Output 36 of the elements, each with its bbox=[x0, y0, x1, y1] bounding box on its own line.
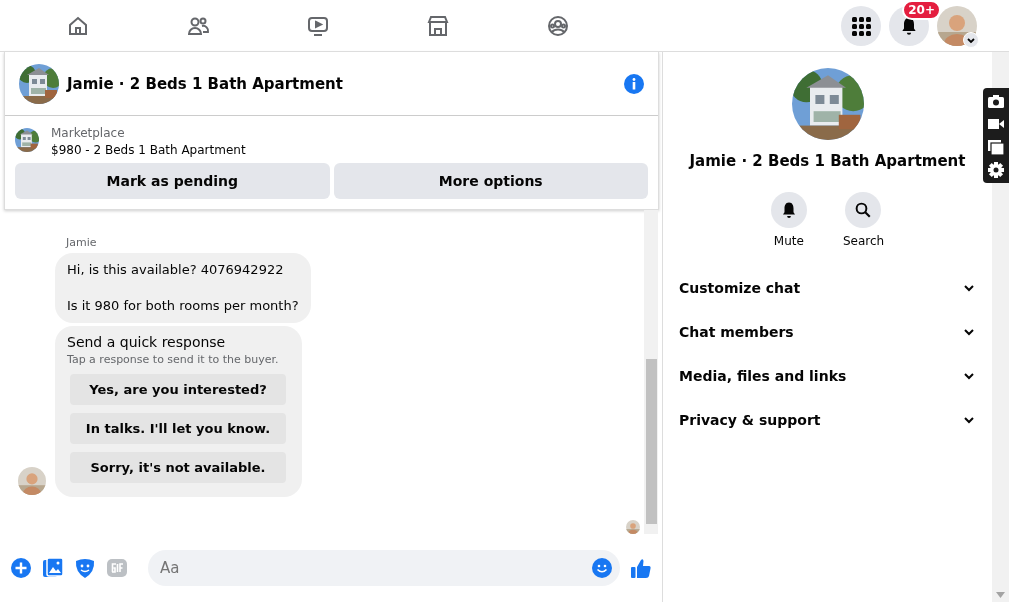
listing-action-button[interactable]: Mark as pending bbox=[15, 163, 330, 199]
menu-button[interactable] bbox=[841, 5, 881, 46]
account-avatar[interactable] bbox=[937, 5, 977, 46]
settings-section[interactable]: Customize chat bbox=[671, 266, 984, 310]
settings-section[interactable]: Privacy & support bbox=[671, 398, 984, 442]
group-icon bbox=[546, 13, 570, 38]
quick-response-hint: Tap a response to send it to the buyer. bbox=[67, 353, 280, 366]
quick-response-title: Send a quick response bbox=[67, 334, 227, 350]
listing-action-button[interactable]: More options bbox=[333, 163, 648, 199]
plus-icon[interactable] bbox=[10, 557, 32, 579]
conversation-name: Jamie · 2 Beds 1 Bath Apartment bbox=[689, 152, 966, 170]
photo-icon[interactable] bbox=[42, 557, 64, 579]
store-icon bbox=[426, 13, 450, 38]
message-bubble: Hi, is this available? 4076942922 Is it 980 for both rooms per month? bbox=[55, 253, 311, 323]
message-input[interactable]: Aa bbox=[148, 550, 620, 586]
settings-icon[interactable] bbox=[987, 161, 1005, 179]
sticker-icon[interactable] bbox=[74, 557, 96, 579]
quick-response-option[interactable]: In talks. I'll let you know. bbox=[70, 413, 286, 444]
listing-summary: $980 - 2 Beds 1 Bath Apartment bbox=[51, 143, 246, 157]
search-icon bbox=[854, 201, 873, 219]
quick-response-option[interactable]: Sorry, it's not available. bbox=[70, 452, 286, 483]
thumbs-up-icon[interactable] bbox=[630, 557, 652, 579]
emoji-icon[interactable] bbox=[591, 557, 613, 579]
windows-icon[interactable] bbox=[987, 138, 1005, 156]
scroll-down-icon[interactable] bbox=[996, 592, 1005, 598]
sender-name: Jamie bbox=[66, 236, 98, 249]
quick-response-option[interactable]: Yes, are you interested? bbox=[70, 374, 286, 405]
settings-section[interactable]: Media, files and links bbox=[671, 354, 984, 398]
camera-icon[interactable] bbox=[987, 92, 1005, 110]
scrollbar[interactable] bbox=[644, 210, 658, 534]
listing-source: Marketplace bbox=[51, 126, 126, 140]
info-icon[interactable] bbox=[624, 73, 644, 94]
settings-section[interactable]: Chat members bbox=[671, 310, 984, 354]
grid-icon bbox=[851, 15, 871, 36]
notification-badge: 20+ bbox=[902, 0, 941, 20]
chat-title: Jamie · 2 Beds 1 Bath Apartment bbox=[67, 74, 344, 93]
